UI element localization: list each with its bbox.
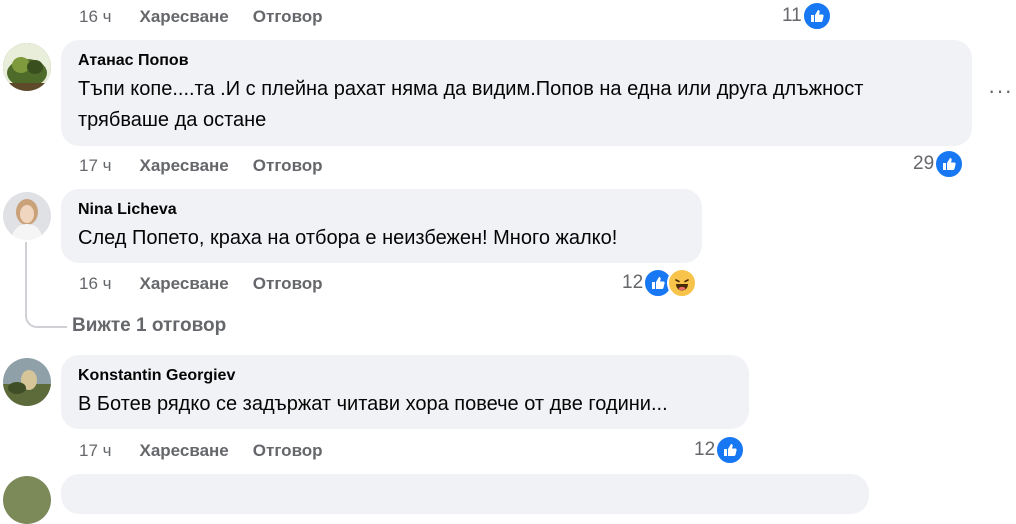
comment-actions-row: 16 ч Харесване Отговор [79,272,323,296]
reaction-count: 29 [913,153,935,174]
comment-timestamp[interactable]: 17 ч [79,441,112,461]
like-action[interactable]: Харесване [140,274,229,294]
reply-thread-connector [25,242,67,328]
comment-timestamp[interactable]: 16 ч [79,274,112,294]
comment-actions-row: 16 ч Харесване Отговор [79,5,323,29]
reaction-count: 12 [694,439,716,460]
reply-action[interactable]: Отговор [253,7,323,27]
avatar[interactable] [3,358,51,406]
comment-actions-row: 17 ч Харесване Отговор [79,154,323,178]
avatar[interactable] [3,476,51,524]
like-thumb-icon [801,1,832,31]
reply-action[interactable]: Отговор [253,274,323,294]
like-action[interactable]: Харесване [140,7,229,27]
comment-bubble: Konstantin Georgiev В Ботев рядко се зад… [61,355,749,429]
comment-bubble [61,474,869,514]
comment-author[interactable]: Атанас Попов [78,50,956,72]
more-options-icon[interactable]: ··· [988,78,1013,104]
comment-timestamp[interactable]: 17 ч [79,156,112,176]
like-thumb-icon [934,149,965,179]
reaction-count: 11 [782,5,802,26]
reply-action[interactable]: Отговор [253,441,323,461]
reaction-count: 12 [622,272,644,293]
reaction-summary[interactable]: 29 [913,149,965,179]
comment-author[interactable]: Nina Licheva [78,199,686,221]
reaction-summary[interactable]: 12 [622,268,698,298]
comment-text: След Попето, краха на отбора е неизбежен… [78,227,618,249]
reaction-summary[interactable]: 12 [694,435,746,465]
avatar[interactable] [3,192,51,240]
haha-emoji-icon [667,268,698,298]
like-thumb-icon [715,435,746,465]
like-action[interactable]: Харесване [140,156,229,176]
comment-author[interactable]: Konstantin Georgiev [78,365,733,387]
comment-bubble: Атанас Попов Тъпи копе....та .И с плейна… [61,40,972,146]
comment-timestamp[interactable]: 16 ч [79,7,112,27]
avatar[interactable] [3,43,51,91]
comment-actions-row: 17 ч Харесване Отговор [79,439,323,463]
view-replies-link[interactable]: Вижте 1 отговор [72,315,226,337]
like-action[interactable]: Харесване [140,441,229,461]
reply-action[interactable]: Отговор [253,156,323,176]
reaction-summary[interactable]: 11 [782,1,832,31]
comment-text: В Ботев рядко се задържат читави хора по… [78,393,668,415]
comment-text: Тъпи копе....та .И с плейна рахат няма д… [78,78,864,131]
comment-bubble: Nina Licheva След Попето, краха на отбор… [61,189,702,263]
